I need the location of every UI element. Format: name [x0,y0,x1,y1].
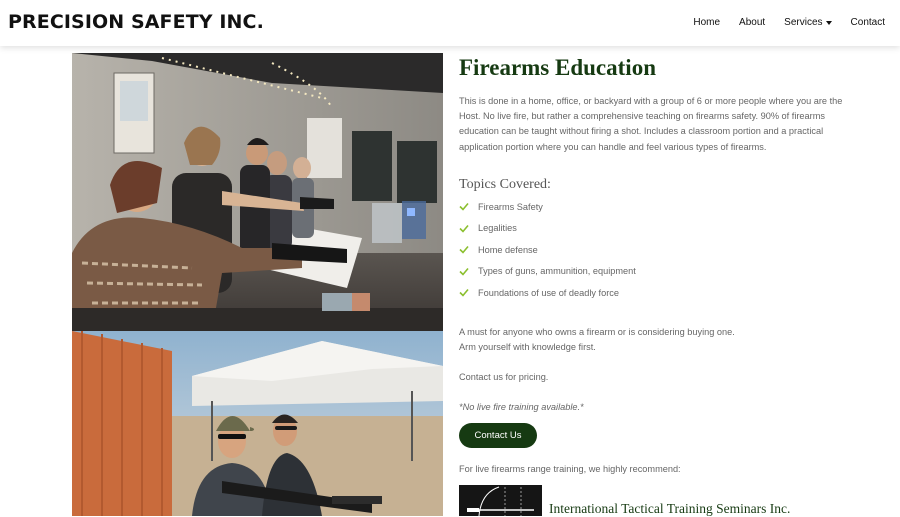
topic-item: Firearms Safety [459,196,636,218]
checkmark-icon [459,289,469,297]
nav-home-label: Home [693,17,721,28]
intro-paragraph: This is done in a home, office, or backy… [459,96,843,152]
topic-item: Types of guns, ammunition, equipment [459,261,636,283]
recommend-text: For live firearms range training, we hig… [459,464,681,474]
topic-label: Foundations of use of deadly force [478,287,619,298]
nav-about-link[interactable]: About [739,17,765,28]
checkmark-icon [459,203,469,211]
topic-item: Home defense [459,239,636,261]
caret-down-icon [825,20,832,25]
range-photo-outdoor-image [72,331,443,516]
checkmark-icon [459,246,469,254]
pricing-text: Contact us for pricing. [459,372,549,382]
page-title: Firearms Education [459,55,656,80]
topic-label: Legalities [478,223,517,234]
topic-label: Types of guns, ammunition, equipment [478,266,636,277]
nav-services-dropdown[interactable]: Services [784,17,832,28]
partner-name-link[interactable]: International Tactical Training Seminars… [549,501,790,517]
checkmark-icon [459,224,469,233]
nav-contact-label: Contact [850,17,885,28]
topics-heading: Topics Covered: [459,177,551,192]
no-live-fire-note: *No live fire training available.* [459,402,584,412]
topic-label: Home defense [478,244,538,255]
partner-logo-image[interactable] [459,485,542,516]
nav-contact-link[interactable]: Contact [851,17,885,28]
topic-item: Legalities [459,218,636,240]
topic-item: Foundations of use of deadly force [459,282,636,304]
nav-menu: Home About Services Contact [674,17,885,28]
checkmark-icon [459,267,469,276]
nav-services-label: Services [784,17,823,28]
must-line-1: A must for anyone who owns a firearm or … [459,327,735,337]
navbar: PRECISION SAFETY INC. Home About Service… [0,0,900,46]
topics-list: Firearms Safety Legalities Home defense … [459,196,636,304]
brand-logo[interactable]: PRECISION SAFETY INC. [8,11,264,33]
nav-home-link[interactable]: Home [693,17,720,28]
training-photo-indoor-image [72,53,443,331]
range-photo-outdoor [72,331,443,516]
topic-label: Firearms Safety [478,201,543,212]
training-photo-indoor [72,53,443,331]
must-line-2: Arm yourself with knowledge first. [459,342,596,352]
nav-about-label: About [739,17,766,28]
contact-us-button[interactable]: Contact Us [459,423,537,448]
